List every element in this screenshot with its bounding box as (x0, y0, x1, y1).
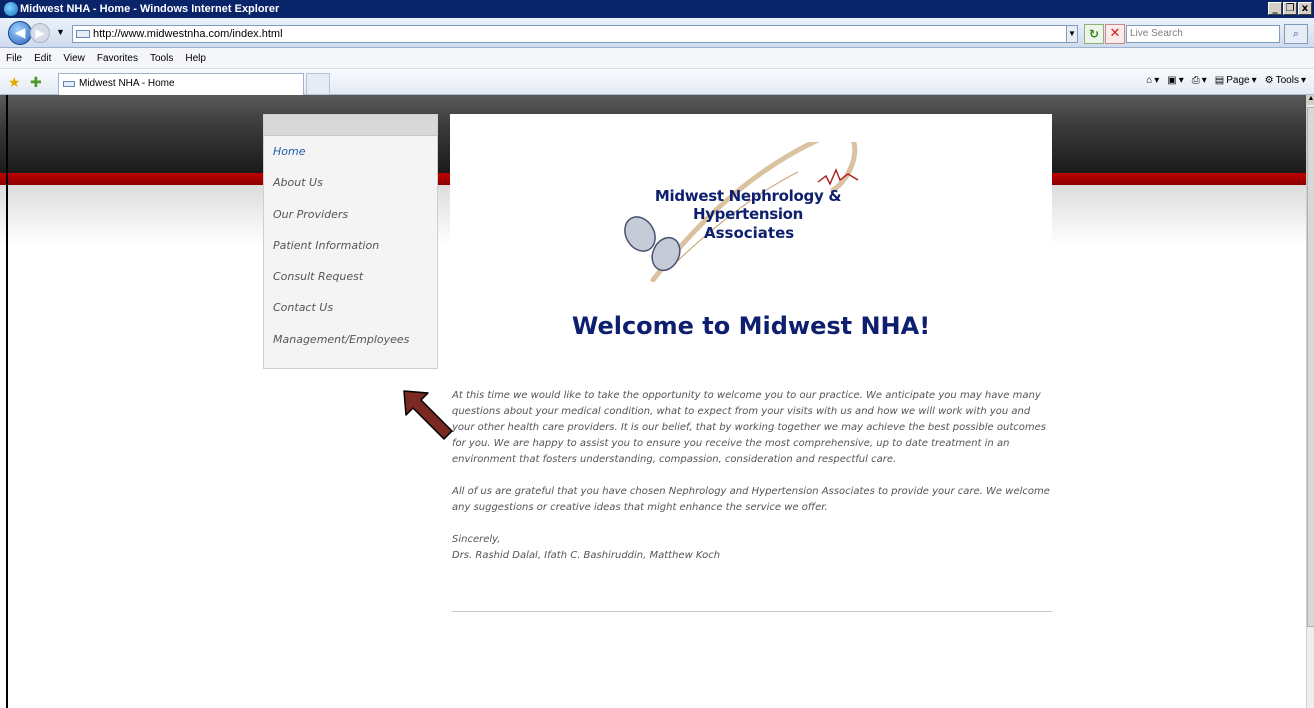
print-button[interactable]: ⎙ ▾ (1192, 75, 1207, 86)
search-placeholder: Live Search (1130, 28, 1183, 39)
site-nav: Home About Us Our Providers Patient Info… (263, 114, 438, 369)
page-icon: ▤ (1214, 75, 1225, 86)
menu-view[interactable]: View (57, 53, 91, 64)
welcome-paragraph: At this time we would like to take the o… (452, 390, 1046, 465)
page-title: Welcome to Midwest NHA! (571, 312, 931, 340)
nav-header (264, 115, 437, 136)
signature-text: Drs. Rashid Dalal, Ifath C. Bashiruddin,… (452, 550, 721, 561)
menu-favorites[interactable]: Favorites (91, 53, 144, 64)
tools-menu-label: Tools (1275, 75, 1299, 86)
address-bar[interactable]: http://www.midwestnha.com/index.html (72, 25, 1074, 43)
nav-home[interactable]: Home (264, 136, 437, 167)
search-icon[interactable]: ⌕ (1284, 24, 1308, 44)
close-button[interactable]: x (1298, 2, 1312, 15)
refresh-button[interactable]: ↻ (1084, 24, 1104, 44)
favorites-tab-bar: ★ ✚ Midwest NHA - Home ⌂ ▾ ▣ ▾ ⎙ ▾ ▤ Page ▾ ⚙… (0, 69, 1314, 95)
signature-block: Sincerely, Drs. Rashid Dalal, Ifath C. B… (452, 532, 1052, 564)
restore-button[interactable]: ❐ (1283, 2, 1297, 15)
grateful-paragraph: All of us are grateful that you have cho… (452, 486, 1050, 513)
address-text: http://www.midwestnha.com/index.html (93, 28, 283, 40)
page-menu-button[interactable]: ▤ Page ▾ (1215, 75, 1257, 86)
site-logo: Midwest Nephrology & Hypertension Associ… (608, 142, 888, 282)
scroll-thumb[interactable] (1307, 107, 1314, 627)
command-bar: ⌂ ▾ ▣ ▾ ⎙ ▾ ▤ Page ▾ ⚙ Tools ▾ (1146, 75, 1306, 86)
minimize-button[interactable]: _ (1268, 2, 1282, 15)
forward-button[interactable]: ▶ (30, 23, 50, 43)
home-button[interactable]: ⌂ ▾ (1146, 75, 1159, 86)
gear-icon: ⚙ (1264, 75, 1274, 86)
printer-icon: ⎙ (1191, 75, 1200, 86)
nav-about-us[interactable]: About Us (264, 167, 437, 198)
address-toolbar: ◀ ▶ ▼ http://www.midwestnha.com/index.ht… (0, 18, 1314, 48)
menu-edit[interactable]: Edit (28, 53, 57, 64)
logo-text-line2: Associates (704, 224, 795, 242)
nav-consult-request[interactable]: Consult Request (264, 261, 437, 292)
rss-icon: ▣ (1167, 75, 1177, 86)
closing-text: Sincerely, (452, 534, 501, 545)
window-left-border (6, 95, 8, 708)
home-icon: ⌂ (1146, 75, 1153, 86)
logo-text-line1: Midwest Nephrology & Hypertension (654, 187, 842, 223)
content-divider (452, 611, 1052, 612)
menu-bar: File Edit View Favorites Tools Help (0, 48, 1314, 69)
page-menu-label: Page (1226, 75, 1250, 86)
add-favorites-icon[interactable]: ✚ (30, 74, 42, 91)
search-input[interactable]: Live Search (1126, 25, 1280, 43)
nav-patient-information[interactable]: Patient Information (264, 230, 437, 261)
menu-help[interactable]: Help (179, 53, 212, 64)
history-dropdown-icon[interactable]: ▼ (56, 27, 65, 37)
page-icon (63, 81, 75, 87)
back-button[interactable]: ◀ (8, 21, 32, 45)
stop-button[interactable]: ✕ (1105, 24, 1125, 44)
nav-contact-us[interactable]: Contact Us (264, 292, 437, 323)
address-dropdown-icon[interactable]: ▼ (1066, 25, 1078, 43)
nav-management-employees[interactable]: Management/Employees (264, 324, 437, 355)
page-icon (76, 30, 90, 38)
new-tab-button[interactable] (306, 73, 330, 95)
vertical-scrollbar[interactable]: ▲ (1306, 95, 1314, 708)
window-title: Midwest NHA - Home - Windows Internet Ex… (20, 3, 280, 15)
tools-menu-button[interactable]: ⚙ Tools ▾ (1265, 75, 1306, 86)
favorites-star-icon[interactable]: ★ (8, 74, 21, 91)
ie-logo-icon (4, 2, 18, 16)
window-controls: _ ❐ x (1268, 2, 1312, 15)
annotation-arrow-icon (403, 390, 453, 440)
tab-midwest-nha-home[interactable]: Midwest NHA - Home (58, 73, 304, 95)
tab-title: Midwest NHA - Home (79, 78, 175, 89)
nav-our-providers[interactable]: Our Providers (264, 199, 437, 230)
menu-file[interactable]: File (0, 53, 28, 64)
scroll-up-icon[interactable]: ▲ (1307, 95, 1314, 105)
feeds-button[interactable]: ▣ ▾ (1167, 75, 1183, 86)
window-title-bar: Midwest NHA - Home - Windows Internet Ex… (0, 0, 1314, 18)
menu-tools[interactable]: Tools (144, 53, 179, 64)
